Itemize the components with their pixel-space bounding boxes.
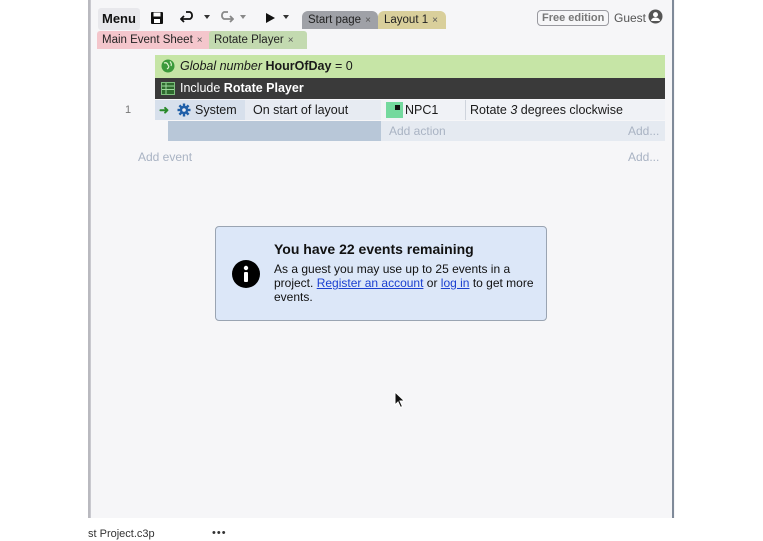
- global-variable-value: = 0: [334, 59, 353, 73]
- tab-start-page[interactable]: Start page ×: [302, 11, 378, 29]
- sheet-tab-rotate-player[interactable]: Rotate Player ×: [209, 31, 307, 49]
- condition-block[interactable]: ➜ System On start of layout: [155, 100, 381, 120]
- sheet-tab-label: Main Event Sheet: [102, 34, 193, 46]
- action-text: Rotate 3 degrees clockwise: [470, 103, 623, 117]
- more-options-icon[interactable]: •••: [212, 527, 227, 539]
- undo-icon[interactable]: [180, 10, 196, 26]
- event-number: 1: [125, 104, 132, 116]
- global-variable-prefix: Global number: [180, 59, 262, 73]
- global-variable-row[interactable]: Global number HourOfDay = 0: [155, 55, 665, 78]
- gear-icon: [177, 103, 191, 117]
- redo-dropdown-icon[interactable]: [240, 15, 246, 19]
- status-bar: [88, 518, 674, 541]
- add-action-area[interactable]: Add action Add...: [381, 121, 665, 141]
- global-variable-name: HourOfDay: [265, 59, 332, 73]
- redo-icon[interactable]: [218, 10, 234, 26]
- menu-button[interactable]: Menu: [98, 8, 140, 30]
- divider: [465, 100, 466, 120]
- sheet-tab-main-event-sheet[interactable]: Main Event Sheet ×: [97, 31, 215, 49]
- add-action-row: Add action Add...: [168, 121, 665, 141]
- mouse-cursor-icon: [394, 391, 406, 409]
- register-account-link[interactable]: Register an account: [317, 276, 424, 290]
- action-block[interactable]: NPC1 Rotate 3 degrees clockwise: [381, 100, 665, 120]
- tab-layout-1[interactable]: Layout 1 ×: [378, 11, 446, 29]
- main-toolbar: Menu Start page × Layout 1 × Free edition …: [92, 4, 672, 32]
- add-event-more-link[interactable]: Add...: [628, 150, 659, 164]
- add-action-more-link[interactable]: Add...: [628, 121, 659, 141]
- add-action-link[interactable]: Add action: [389, 121, 446, 141]
- notice-body: As a guest you may use up to 25 events i…: [274, 262, 534, 304]
- tab-label: Start page: [308, 14, 362, 26]
- sheet-tab-label: Rotate Player: [214, 34, 284, 46]
- close-icon[interactable]: ×: [197, 35, 203, 46]
- globe-icon: [161, 59, 175, 73]
- project-file-name: st Project.c3p: [88, 528, 155, 540]
- free-edition-badge[interactable]: Free edition: [537, 10, 610, 26]
- include-row[interactable]: Include Rotate Player: [155, 78, 665, 99]
- condition-object-name: System: [195, 103, 237, 117]
- condition-text: On start of layout: [253, 103, 349, 117]
- arrow-right-icon: ➜: [159, 103, 170, 117]
- condition-object[interactable]: ➜ System: [155, 100, 245, 120]
- event-indent-block: [168, 121, 381, 141]
- undo-dropdown-icon[interactable]: [204, 15, 210, 19]
- event-sheet-icon: [161, 82, 175, 95]
- tab-label: Layout 1: [384, 14, 429, 26]
- user-avatar-icon[interactable]: [648, 9, 663, 24]
- event-row[interactable]: ➜ System On start of layout NPC1 Rotate …: [155, 100, 665, 120]
- close-icon[interactable]: ×: [288, 35, 294, 46]
- events-remaining-notice: You have 22 events remaining As a guest …: [215, 226, 547, 321]
- action-object-name: NPC1: [405, 103, 439, 117]
- save-icon[interactable]: [149, 10, 165, 26]
- user-label[interactable]: Guest: [614, 10, 646, 26]
- include-prefix: Include: [180, 81, 221, 95]
- add-event-link[interactable]: Add event: [138, 150, 192, 164]
- play-dropdown-icon[interactable]: [283, 15, 289, 19]
- editor-right-edge: [672, 0, 674, 518]
- log-in-link[interactable]: log in: [441, 276, 470, 290]
- sprite-icon: [386, 102, 403, 118]
- notice-title: You have 22 events remaining: [274, 241, 474, 257]
- include-sheet-name: Rotate Player: [223, 81, 304, 95]
- play-icon[interactable]: [262, 10, 278, 26]
- info-icon: [232, 260, 260, 288]
- close-icon[interactable]: ×: [365, 15, 371, 26]
- close-icon[interactable]: ×: [432, 15, 438, 26]
